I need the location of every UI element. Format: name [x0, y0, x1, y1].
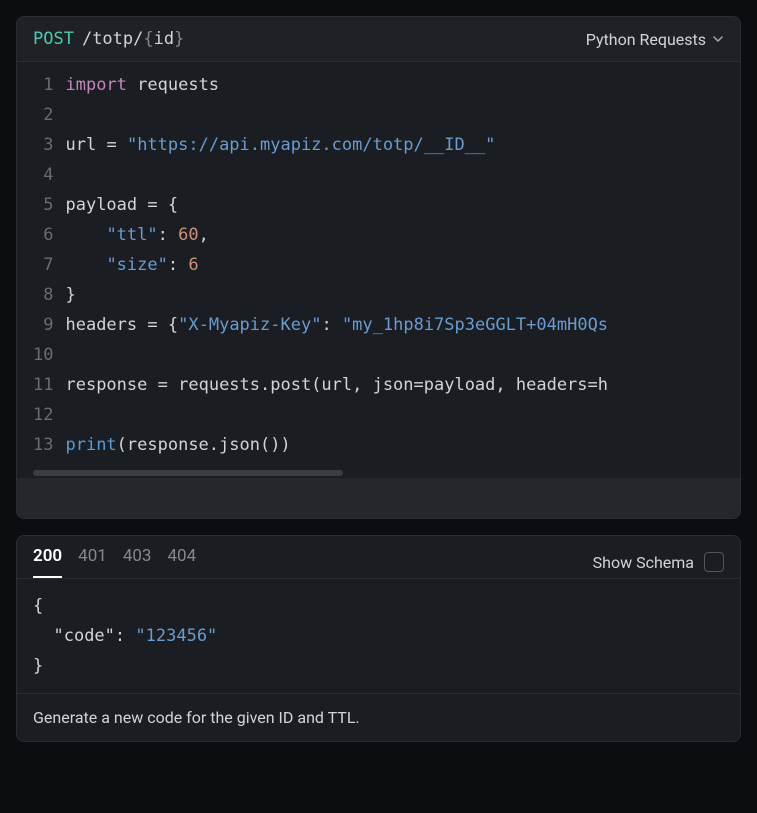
- line-number: 13: [33, 430, 53, 460]
- status-tab-200[interactable]: 200: [33, 546, 62, 578]
- status-tab-403[interactable]: 403: [123, 546, 152, 578]
- line-number: 9: [33, 310, 53, 340]
- request-panel-header: POST /totp/{id} Python Requests: [17, 17, 740, 62]
- line-number: 1: [33, 70, 53, 100]
- line-number: 2: [33, 100, 53, 130]
- code-content: import requests url = "https://api.myapi…: [65, 70, 624, 460]
- line-number: 6: [33, 220, 53, 250]
- line-number: 10: [33, 340, 53, 370]
- status-tab-404[interactable]: 404: [167, 546, 196, 578]
- line-number-gutter: 12345678910111213: [17, 70, 65, 460]
- line-number: 12: [33, 400, 53, 430]
- horizontal-scrollbar[interactable]: [17, 468, 740, 478]
- schema-checkbox[interactable]: [704, 552, 724, 572]
- endpoint: POST /totp/{id}: [33, 29, 184, 49]
- scrollbar-thumb[interactable]: [33, 470, 343, 476]
- response-description: Generate a new code for the given ID and…: [17, 693, 740, 741]
- endpoint-path: /totp/{id}: [82, 29, 184, 49]
- panel-footer: [17, 478, 740, 518]
- schema-toggle: Show Schema: [593, 552, 724, 572]
- response-header: 200 401 403 404 Show Schema: [17, 536, 740, 578]
- line-number: 7: [33, 250, 53, 280]
- http-method: POST: [33, 29, 74, 49]
- language-label: Python Requests: [586, 30, 706, 49]
- line-number: 8: [33, 280, 53, 310]
- status-tab-401[interactable]: 401: [78, 546, 107, 578]
- request-panel: POST /totp/{id} Python Requests 12345678…: [16, 16, 741, 519]
- chevron-down-icon: [712, 33, 724, 45]
- code-editor[interactable]: 12345678910111213 import requests url = …: [17, 62, 740, 468]
- line-number: 3: [33, 130, 53, 160]
- status-tabs: 200 401 403 404: [33, 546, 196, 578]
- line-number: 4: [33, 160, 53, 190]
- schema-label: Show Schema: [593, 553, 694, 572]
- line-number: 11: [33, 370, 53, 400]
- line-number: 5: [33, 190, 53, 220]
- language-select[interactable]: Python Requests: [586, 30, 724, 49]
- response-panel: 200 401 403 404 Show Schema { "code": "1234…: [16, 535, 741, 742]
- response-body: { "code": "123456" }: [17, 579, 740, 693]
